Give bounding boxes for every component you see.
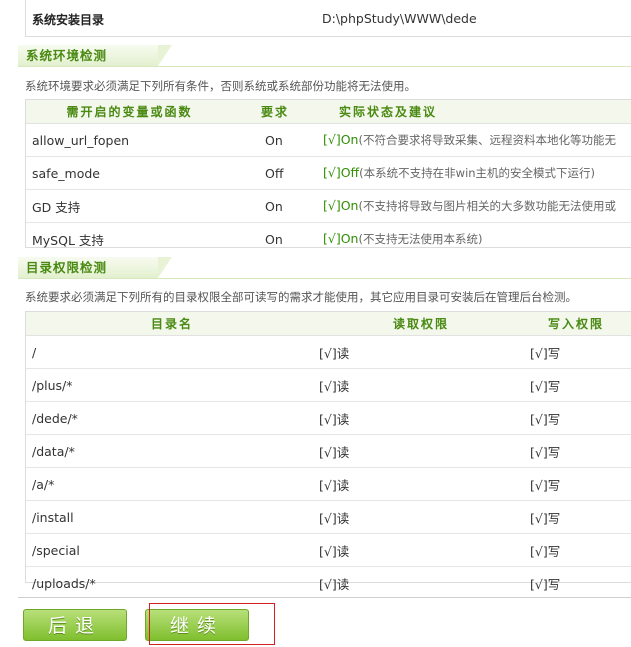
dir-check-description: 系统要求必须满足下列所有的目录权限全部可读写的需求才能使用，其它应用目录可安装后… [25, 290, 577, 304]
dir-name: / [26, 335, 318, 369]
dir-col-name: 目录名 [26, 312, 318, 336]
back-button[interactable]: 后退 [23, 609, 127, 641]
env-check-divider [18, 66, 631, 67]
table-row: safe_mode Off [√]Off(本系统不支持在非win主机的安全模式下… [26, 156, 631, 190]
dir-read-status: [√]读 [318, 533, 524, 567]
dir-name: /dede/* [26, 401, 318, 435]
dir-write-status: [√]写 [524, 500, 631, 534]
dir-write-status: [√]写 [524, 401, 631, 435]
dir-name: /plus/* [26, 368, 318, 402]
table-row: allow_url_fopen On [√]On(不符合要求将导致采集、远程资料… [26, 123, 631, 157]
env-status-ok: [√]On [323, 132, 359, 147]
dir-name: /data/* [26, 434, 318, 468]
table-row: /plus/* [√]读 [√]写 [26, 368, 631, 402]
dir-name: /a/* [26, 467, 318, 501]
dir-check-divider [18, 278, 631, 279]
env-requirement: On [265, 231, 283, 247]
env-requirement: Off [233, 156, 317, 190]
dir-read-status: [√]读 [318, 368, 524, 402]
continue-highlight-box [149, 603, 275, 645]
env-requirement: On [233, 189, 317, 223]
env-variable-name: MySQL 支持 [32, 232, 104, 248]
dir-write-status: [√]写 [524, 533, 631, 567]
table-row: /a/* [√]读 [√]写 [26, 467, 631, 501]
env-status-note: (不支持将导致与图片相关的大多数功能无法使用或 [358, 199, 616, 213]
table-row: / [√]读 [√]写 [26, 335, 631, 369]
table-row: /uploads/* [√]读 [√]写 [26, 567, 631, 600]
install-dir-label: 系统安装目录 [32, 13, 105, 27]
dir-check-table-wrap: 目录名 读取权限 写入权限 / [√]读 [√]写 /plus/* [√]读 [… [25, 311, 631, 592]
env-check-description: 系统环境要求必须满足下列所有条件，否则系统或系统部份功能将无法使用。 [25, 79, 416, 93]
dir-read-status: [√]读 [319, 576, 350, 592]
table-row: /special [√]读 [√]写 [26, 533, 631, 567]
table-row: MySQL 支持 On [√]On(不支持无法使用本系统) [26, 223, 631, 256]
env-status-note: (不符合要求将导致采集、远程资料本地化等功能无 [358, 133, 616, 147]
dir-write-status: [√]写 [524, 335, 631, 369]
env-variable-name: GD 支持 [26, 189, 233, 223]
dir-read-status: [√]读 [318, 467, 524, 501]
env-check-title: 系统环境检测 [18, 45, 172, 66]
env-status-ok: [√]On [323, 231, 359, 246]
env-col-status: 实际状态及建议 [317, 100, 631, 124]
dir-write-status: [√]写 [524, 368, 631, 402]
dir-read-status: [√]读 [318, 335, 524, 369]
table-row: /install [√]读 [√]写 [26, 500, 631, 534]
dir-col-write: 写入权限 [524, 312, 631, 336]
table-row: GD 支持 On [√]On(不支持将导致与图片相关的大多数功能无法使用或 [26, 189, 631, 223]
env-requirement: On [233, 123, 317, 157]
dir-check-header-row: 目录名 读取权限 写入权限 [26, 312, 631, 336]
env-status-note: (本系统不支持在非win主机的安全模式下运行) [359, 166, 596, 180]
dir-col-read: 读取权限 [318, 312, 524, 336]
env-check-header-row: 需开启的变量或函数 要求 实际状态及建议 [26, 100, 631, 124]
table-row: /data/* [√]读 [√]写 [26, 434, 631, 468]
env-status-ok: [√]On [323, 198, 359, 213]
dir-read-status: [√]读 [318, 434, 524, 468]
dir-read-status: [√]读 [318, 401, 524, 435]
dir-check-title: 目录权限检测 [18, 257, 172, 278]
env-status-note: (不支持无法使用本系统) [358, 232, 483, 246]
dir-read-status: [√]读 [318, 500, 524, 534]
footer-divider [18, 597, 631, 598]
dir-name: /uploads/* [32, 575, 96, 591]
install-dir-value: D:\phpStudy\WWW\dede [322, 11, 477, 26]
env-status-ok: [√]Off [323, 165, 360, 180]
env-variable-name: allow_url_fopen [26, 123, 233, 157]
env-variable-name: safe_mode [26, 156, 233, 190]
dir-write-status: [√]写 [524, 434, 631, 468]
table-row: /dede/* [√]读 [√]写 [26, 401, 631, 435]
dir-name: /special [26, 533, 318, 567]
dir-write-status: [√]写 [530, 576, 561, 592]
env-check-table-wrap: 需开启的变量或函数 要求 实际状态及建议 allow_url_fopen On … [25, 99, 631, 248]
env-col-requirement: 要求 [233, 100, 317, 124]
install-dir-row: 系统安装目录 D:\phpStudy\WWW\dede [25, 0, 631, 37]
dir-check-table: 目录名 读取权限 写入权限 / [√]读 [√]写 /plus/* [√]读 [… [26, 312, 631, 599]
dir-name: /install [26, 500, 318, 534]
env-check-table: 需开启的变量或函数 要求 实际状态及建议 allow_url_fopen On … [26, 100, 631, 255]
env-col-variable: 需开启的变量或函数 [26, 100, 233, 124]
dir-write-status: [√]写 [524, 467, 631, 501]
